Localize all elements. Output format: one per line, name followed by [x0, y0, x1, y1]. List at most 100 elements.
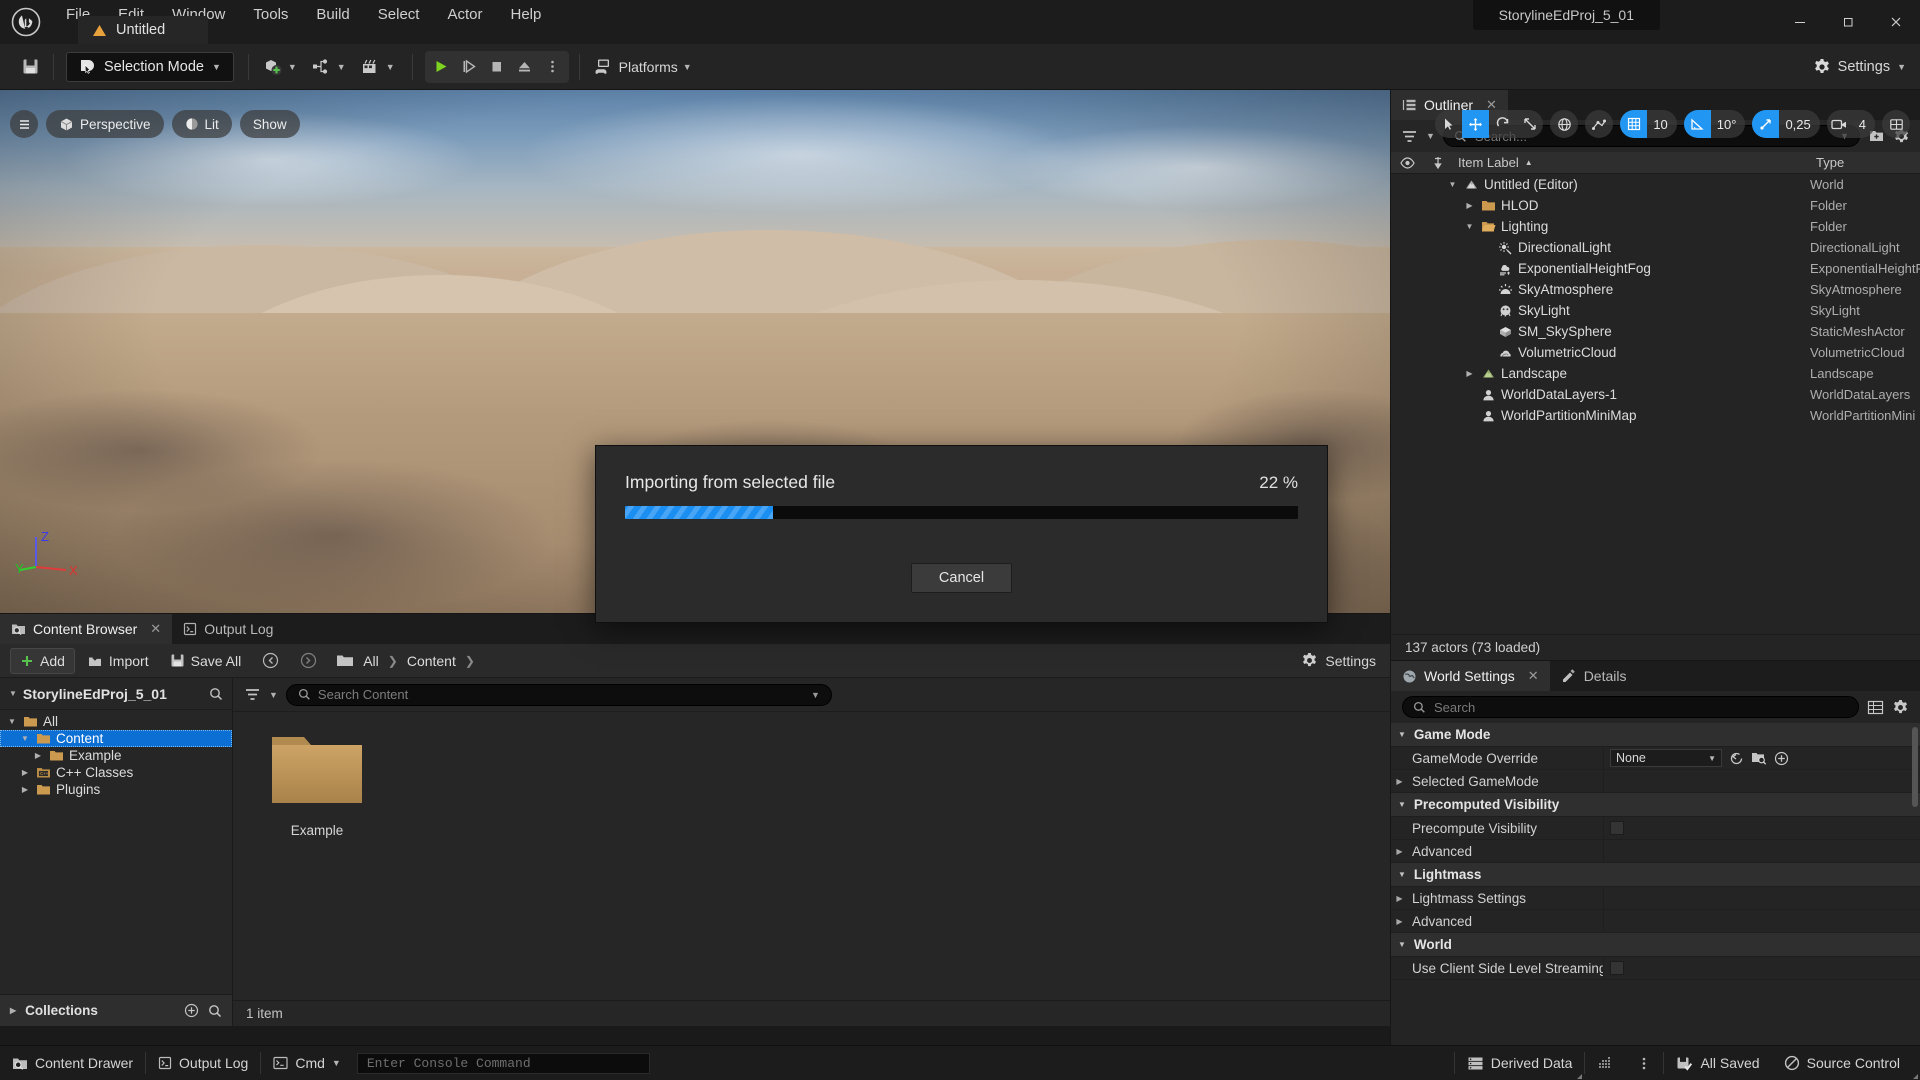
surface-snapping-button[interactable] [1585, 110, 1614, 138]
content-browser-settings-button[interactable]: Settings [1301, 652, 1376, 669]
save-current-level-button[interactable] [14, 51, 47, 83]
unreal-logo-icon[interactable] [0, 0, 52, 44]
scale-snap-toggle[interactable] [1752, 110, 1780, 138]
property-checkbox[interactable] [1610, 961, 1624, 975]
table-view-icon[interactable] [1867, 700, 1884, 715]
chevron-down-icon[interactable]: ▼ [1463, 222, 1476, 231]
chevron-right-icon[interactable]: ▶ [1463, 369, 1476, 378]
scale-tool-button[interactable] [1516, 110, 1543, 138]
outliner-row[interactable]: ▼ Lighting Folder [1391, 216, 1920, 237]
performance-graph-button[interactable] [1585, 1046, 1625, 1080]
property-category[interactable]: ▼ Lightmass [1391, 863, 1920, 887]
menu-tools[interactable]: Tools [239, 0, 302, 30]
world-coordinate-button[interactable] [1550, 110, 1579, 138]
chevron-right-icon[interactable]: ▶ [32, 751, 44, 760]
camera-speed-value[interactable]: 4 [1853, 117, 1875, 132]
scrollbar-thumb[interactable] [1912, 727, 1918, 807]
content-drawer-button[interactable]: Content Drawer [0, 1046, 145, 1080]
filter-icon[interactable] [1401, 129, 1418, 144]
chevron-down-icon[interactable]: ▼ [811, 690, 820, 700]
outliner-row[interactable]: VolumetricCloud VolumetricCloud [1391, 342, 1920, 363]
minimize-button[interactable] [1776, 2, 1824, 42]
grid-snap-toggle[interactable] [1620, 110, 1648, 138]
level-tab-untitled[interactable]: Untitled [78, 16, 208, 44]
property-row[interactable]: GameMode Override None ▼ [1391, 747, 1920, 770]
viewport-layout-button[interactable] [1882, 110, 1910, 138]
search-icon[interactable] [209, 687, 223, 701]
menu-actor[interactable]: Actor [433, 0, 496, 30]
collections-section[interactable]: ▶ Collections [0, 994, 232, 1026]
source-control-button[interactable]: Source Control [1772, 1046, 1920, 1080]
blueprints-button[interactable]: ▼ [304, 51, 353, 83]
menu-help[interactable]: Help [497, 0, 556, 30]
play-more-options-button[interactable] [539, 52, 567, 82]
add-button[interactable]: Add [10, 647, 75, 674]
visibility-column-icon[interactable] [1391, 156, 1423, 169]
chevron-right-icon[interactable]: ▶ [1391, 777, 1408, 786]
rotate-tool-button[interactable] [1489, 110, 1516, 138]
property-row[interactable]: ▶ Advanced [1391, 910, 1920, 933]
move-tool-button[interactable] [1462, 110, 1490, 138]
eject-button[interactable] [511, 52, 539, 82]
property-row[interactable]: Use Client Side Level Streaming Volumes [1391, 957, 1920, 980]
outliner-row[interactable]: WorldDataLayers-1 WorldDataLayers [1391, 384, 1920, 405]
chevron-down-icon[interactable]: ▼ [1398, 940, 1406, 949]
chevron-down-icon[interactable]: ▼ [19, 734, 31, 743]
add-collection-icon[interactable] [184, 1003, 199, 1018]
chevron-right-icon[interactable]: ▶ [19, 785, 31, 794]
chevron-down-icon[interactable]: ▼ [1398, 870, 1406, 879]
property-category[interactable]: ▼ Precomputed Visibility [1391, 793, 1920, 817]
skip-frame-button[interactable] [455, 52, 483, 82]
platforms-button[interactable]: Platforms ▼ [586, 51, 699, 83]
chevron-down-icon[interactable]: ▼ [6, 717, 18, 726]
cancel-button[interactable]: Cancel [910, 563, 1013, 593]
status-more-options-button[interactable] [1625, 1046, 1663, 1080]
maximize-button[interactable] [1824, 2, 1872, 42]
breadcrumb-item-content[interactable]: Content [407, 653, 456, 669]
create-asset-icon[interactable] [1774, 751, 1789, 766]
outliner-row[interactable]: SkyLight SkyLight [1391, 300, 1920, 321]
chevron-right-icon[interactable]: ▶ [1391, 917, 1408, 926]
scale-snap-value[interactable]: 0,25 [1779, 117, 1819, 132]
outliner-row[interactable]: SM_SkySphere StaticMeshActor [1391, 321, 1920, 342]
content-tree-item[interactable]: ▼ Content [0, 730, 232, 747]
cmd-mode-dropdown[interactable]: Cmd ▼ [261, 1046, 352, 1080]
menu-build[interactable]: Build [302, 0, 363, 30]
gear-icon[interactable] [1892, 699, 1909, 716]
breadcrumb-item-all[interactable]: All [363, 653, 379, 669]
filter-icon[interactable] [244, 687, 261, 702]
outliner-row[interactable]: ▶ Landscape Landscape [1391, 363, 1920, 384]
outliner-row[interactable]: ▼ Untitled (Editor) World [1391, 174, 1920, 195]
content-tree-item[interactable]: ▼ All [0, 713, 232, 730]
property-category[interactable]: ▼ World [1391, 933, 1920, 957]
view-mode-lit-button[interactable]: Lit [171, 110, 232, 138]
content-tree-item[interactable]: ▶ C++ C++ Classes [0, 764, 232, 781]
angle-snap-toggle[interactable] [1683, 110, 1711, 138]
add-actor-button[interactable]: ▼ [255, 51, 304, 83]
navigate-forward-button[interactable] [291, 648, 326, 673]
navigate-back-button[interactable] [253, 648, 288, 673]
menu-select[interactable]: Select [364, 0, 434, 30]
show-flags-button[interactable]: Show [239, 110, 300, 138]
toolbar-settings-button[interactable]: Settings ▼ [1813, 58, 1906, 76]
world-settings-search-input[interactable]: Search [1402, 696, 1859, 718]
property-row[interactable]: ▶ Advanced [1391, 840, 1920, 863]
chevron-right-icon[interactable]: ▶ [1391, 847, 1408, 856]
chevron-down-icon[interactable]: ▼ [1446, 180, 1459, 189]
outliner-row[interactable]: DirectionalLight DirectionalLight [1391, 237, 1920, 258]
tab-output-log[interactable]: Output Log [172, 614, 284, 644]
gamemode-override-dropdown[interactable]: None ▼ [1610, 749, 1722, 767]
chevron-down-icon[interactable]: ▼ [1398, 730, 1406, 739]
property-category[interactable]: ▼ Game Mode [1391, 723, 1920, 747]
camera-perspective-button[interactable]: Perspective [46, 110, 164, 138]
reset-to-default-icon[interactable] [1729, 751, 1744, 766]
item-label-column[interactable]: Item Label ▲ [1452, 155, 1810, 170]
property-row[interactable]: ▶ Lightmass Settings [1391, 887, 1920, 910]
search-collections-icon[interactable] [208, 1004, 222, 1018]
all-saved-button[interactable]: All Saved [1664, 1046, 1771, 1080]
select-tool-button[interactable] [1435, 110, 1462, 138]
play-button[interactable] [427, 52, 455, 82]
angle-snap-value[interactable]: 10° [1711, 117, 1746, 132]
outliner-row[interactable]: ▶ HLOD Folder [1391, 195, 1920, 216]
tree-header[interactable]: ▼ StorylineEdProj_5_01 [0, 678, 232, 710]
